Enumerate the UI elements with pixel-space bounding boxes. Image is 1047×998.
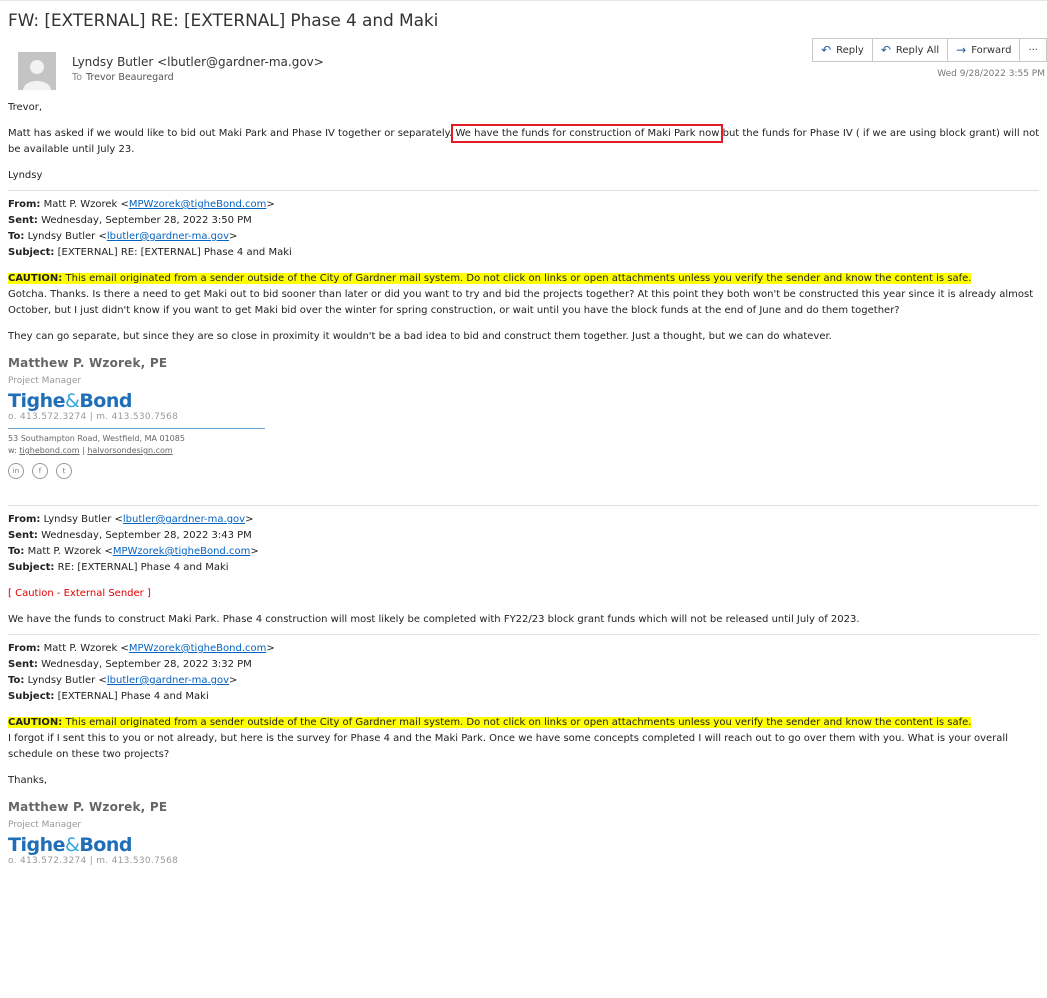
avatar — [18, 52, 56, 90]
signature-title: Project Manager — [8, 820, 82, 830]
email-link[interactable]: lbutler@gardner-ma.gov — [123, 514, 245, 525]
signature-title: Project Manager — [8, 376, 82, 386]
person-icon — [18, 52, 56, 90]
quoted-sent: Sent: Wednesday, September 28, 2022 3:32… — [8, 659, 252, 670]
quoted-to: To: Matt P. Wzorek <MPWzorek@tigheBond.c… — [8, 546, 259, 557]
quoted-paragraph: I forgot if I sent this to you or not al… — [8, 733, 1008, 760]
divider — [8, 190, 1039, 191]
quoted-paragraph: We have the funds to construct Maki Park… — [8, 614, 860, 625]
thanks: Thanks, — [8, 775, 48, 786]
signature-phones: o. 413.572.3274 | m. 413.530.7568 — [8, 856, 179, 866]
message-header: Lyndsy Butler <lbutler@gardner-ma.gov> T… — [0, 38, 1047, 98]
signature-name: Matthew P. Wzorek, PE — [8, 800, 168, 814]
email-link[interactable]: lbutler@gardner-ma.gov — [107, 231, 229, 242]
signoff: Lyndsy — [8, 170, 43, 181]
reply-all-icon: ↶ — [880, 43, 891, 57]
quoted-email-2: From: Lyndsy Butler <lbutler@gardner-ma.… — [8, 512, 1047, 628]
company-logo: Tighe&Bond — [8, 390, 132, 412]
title-bar: FW: [EXTERNAL] RE: [EXTERNAL] Phase 4 an… — [0, 0, 1047, 39]
quoted-to: To: Lyndsy Butler <lbutler@gardner-ma.go… — [8, 675, 238, 686]
more-actions-button[interactable]: ··· — [1019, 38, 1047, 62]
reply-all-button[interactable]: ↶ Reply All — [871, 38, 948, 62]
quoted-email-1: From: Matt P. Wzorek <MPWzorek@tigheBond… — [8, 197, 1047, 479]
signature-name: Matthew P. Wzorek, PE — [8, 356, 168, 370]
recipient: To Trevor Beauregard — [72, 72, 174, 83]
signature-phones: o. 413.572.3274 | m. 413.530.7568 — [8, 412, 179, 422]
message-body: Trevor, Matt has asked if we would like … — [8, 100, 1047, 869]
company-logo: Tighe&Bond — [8, 834, 132, 856]
more-icon: ··· — [1028, 44, 1038, 56]
forward-icon: → — [956, 43, 967, 57]
signature-block: Matthew P. Wzorek, PE Project Manager Ti… — [8, 355, 1047, 479]
email-link[interactable]: MPWzorek@tigheBond.com — [113, 546, 251, 557]
quoted-sent: Sent: Wednesday, September 28, 2022 3:50… — [8, 215, 252, 226]
quoted-to: To: Lyndsy Butler <lbutler@gardner-ma.go… — [8, 231, 238, 242]
forward-button[interactable]: → Forward — [947, 38, 1020, 62]
message-paragraph: Matt has asked if we would like to bid o… — [8, 124, 1040, 155]
external-sender-tag: [ Caution - External Sender ] — [8, 588, 151, 599]
quoted-from: From: Lyndsy Butler <lbutler@gardner-ma.… — [8, 514, 254, 525]
highlighted-sentence: We have the funds for construction of Ma… — [451, 124, 724, 143]
social-links: in f t — [8, 463, 1047, 479]
divider — [8, 505, 1039, 506]
quoted-email-3: From: Matt P. Wzorek <MPWzorek@tigheBond… — [8, 641, 1047, 869]
reply-button[interactable]: ↶ Reply — [812, 38, 872, 62]
quoted-from: From: Matt P. Wzorek <MPWzorek@tigheBond… — [8, 643, 275, 654]
signature-address: 53 Southampton Road, Westfield, MA 01085 — [8, 434, 185, 443]
recipient-name: Trevor Beauregard — [86, 72, 174, 83]
quoted-subject: Subject: [EXTERNAL] RE: [EXTERNAL] Phase… — [8, 247, 292, 258]
email-subject: FW: [EXTERNAL] RE: [EXTERNAL] Phase 4 an… — [8, 11, 439, 31]
quoted-subject: Subject: [EXTERNAL] Phase 4 and Maki — [8, 691, 209, 702]
signature-block: Matthew P. Wzorek, PE Project Manager Ti… — [8, 799, 1047, 869]
reply-icon: ↶ — [821, 43, 832, 57]
quoted-paragraph: Gotcha. Thanks. Is there a need to get M… — [8, 289, 1034, 316]
email-link[interactable]: lbutler@gardner-ma.gov — [107, 675, 229, 686]
twitter-icon[interactable]: t — [56, 463, 72, 479]
quoted-subject: Subject: RE: [EXTERNAL] Phase 4 and Maki — [8, 562, 229, 573]
divider — [8, 634, 1039, 635]
sender: Lyndsy Butler <lbutler@gardner-ma.gov> — [72, 55, 324, 69]
caution-banner: CAUTION: This email originated from a se… — [8, 717, 972, 728]
email-link[interactable]: MPWzorek@tigheBond.com — [129, 199, 267, 210]
quoted-paragraph: They can go separate, but since they are… — [8, 331, 832, 342]
quoted-sent: Sent: Wednesday, September 28, 2022 3:43… — [8, 530, 252, 541]
caution-banner: CAUTION: This email originated from a se… — [8, 273, 972, 284]
email-link[interactable]: MPWzorek@tigheBond.com — [129, 643, 267, 654]
facebook-icon[interactable]: f — [32, 463, 48, 479]
signature-web: w: tighebond.com | halvorsondesign.com — [8, 446, 173, 455]
linkedin-icon[interactable]: in — [8, 463, 24, 479]
sent-date: Wed 9/28/2022 3:55 PM — [937, 69, 1045, 79]
to-label: To — [72, 72, 83, 83]
signature-rule — [8, 428, 265, 429]
message-actions: ↶ Reply ↶ Reply All → Forward ··· — [812, 38, 1047, 62]
web-link[interactable]: halvorsondesign.com — [87, 446, 172, 455]
greeting: Trevor, — [8, 102, 43, 113]
quoted-from: From: Matt P. Wzorek <MPWzorek@tigheBond… — [8, 199, 275, 210]
web-link[interactable]: tighebond.com — [19, 446, 79, 455]
